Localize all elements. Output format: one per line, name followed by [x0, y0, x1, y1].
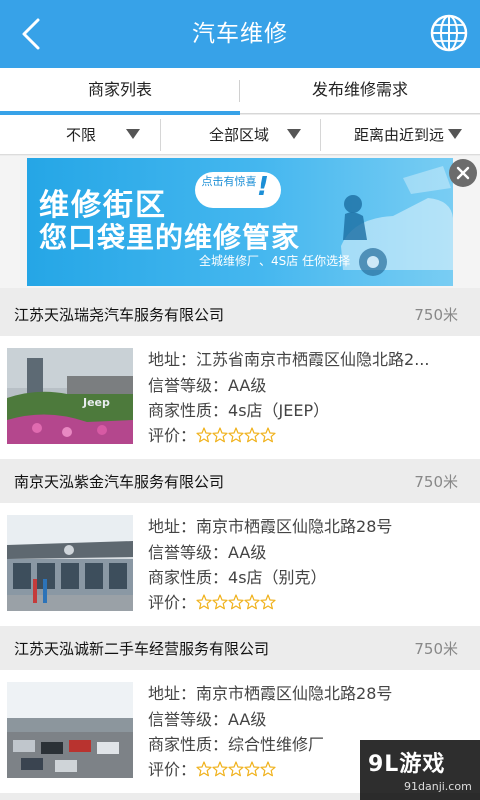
merchant-type: 商家性质：4s店（别克）	[148, 564, 327, 588]
merchant-body: 地址：南京市栖霞区仙隐北路28号 信誉等级：AA级 商家性质：4s店（别克） 评…	[0, 503, 480, 626]
merchant-credit: 信誉等级：AA级	[148, 372, 266, 396]
credit-value: AA级	[228, 376, 267, 395]
star-icon	[260, 760, 276, 777]
merchant-distance: 750米	[414, 473, 458, 491]
credit-label: 信誉等级：	[148, 543, 229, 562]
type-value: 4s店（JEEP）	[228, 401, 330, 420]
merchant-photo	[7, 682, 133, 778]
globe-icon[interactable]	[430, 14, 468, 52]
merchant-card[interactable]: 江苏天泓瑞尧汽车服务有限公司 750米 Jeep 地址：江苏省南京市栖霞区仙隐北…	[0, 294, 480, 459]
star-icon	[196, 426, 212, 443]
rating-stars	[196, 760, 276, 781]
star-icon	[244, 593, 260, 610]
jeep-sign: Jeep	[82, 396, 110, 409]
star-icon	[212, 593, 228, 610]
merchant-header: 南京天泓紫金汽车服务有限公司 750米	[0, 461, 480, 503]
address-label: 地址：	[148, 350, 197, 369]
watermark-logo: 9L游戏	[368, 752, 446, 777]
filter-sort-label: 距离由近到远	[354, 126, 445, 144]
filter-divider	[320, 119, 321, 151]
merchant-credit: 信誉等级：AA级	[148, 706, 266, 730]
banner-bubble-mark: !	[257, 172, 269, 202]
tab-bar: 商家列表 发布维修需求	[0, 68, 480, 115]
rating-label: 评价：	[148, 760, 197, 779]
banner-bubble-text: 点击有惊喜	[201, 175, 257, 188]
address-label: 地址：	[148, 684, 197, 703]
merchant-distance: 750米	[414, 306, 458, 324]
filter-bar: 不限 全部区域 距离由近到远	[0, 115, 480, 155]
address-value: 江苏省南京市栖霞区仙隐北路2...	[196, 350, 430, 369]
type-value: 4s店（别克）	[228, 568, 327, 587]
banner-bubble: 点击有惊喜 !	[195, 172, 281, 208]
merchant-distance: 750米	[414, 640, 458, 658]
merchant-rating: 评价：	[148, 756, 276, 781]
merchant-address: 地址：江苏省南京市栖霞区仙隐北路2...	[148, 346, 429, 370]
merchant-header: 江苏天泓诚新二手车经营服务有限公司 750米	[0, 628, 480, 670]
ad-banner[interactable]: 维修街区 您口袋里的维修管家 点击有惊喜 ! 全城维修厂、4S店 任你选择	[27, 158, 453, 286]
banner-slogan: 您口袋里的维修管家	[39, 221, 301, 254]
page-title: 汽车维修	[192, 21, 288, 47]
merchant-rating: 评价：	[148, 422, 276, 447]
address-label: 地址：	[148, 517, 197, 536]
title-bar: 汽车维修	[0, 0, 480, 68]
rating-stars	[196, 593, 276, 614]
star-icon	[244, 760, 260, 777]
car-mechanic-illustration	[333, 158, 453, 286]
merchant-header: 江苏天泓瑞尧汽车服务有限公司 750米	[0, 294, 480, 336]
star-icon	[260, 426, 276, 443]
merchant-rating: 评价：	[148, 589, 276, 614]
app-screen: 汽车维修 商家列表 发布维修需求 不限 全部区域 距离由近到远 维修街区 您口袋…	[0, 0, 480, 800]
merchant-body: Jeep 地址：江苏省南京市栖霞区仙隐北路2... 信誉等级：AA级 商家性质：…	[0, 336, 480, 459]
address-value: 南京市栖霞区仙隐北路28号	[196, 684, 393, 703]
filter-area-label: 全部区域	[209, 126, 270, 144]
tab-post-repair-request[interactable]: 发布维修需求	[240, 68, 480, 114]
filter-sort-dropdown[interactable]: 距离由近到远	[354, 115, 444, 155]
close-icon[interactable]	[449, 159, 477, 187]
star-icon	[260, 593, 276, 610]
rating-label: 评价：	[148, 426, 197, 445]
star-icon	[228, 760, 244, 777]
merchant-name: 江苏天泓诚新二手车经营服务有限公司	[14, 640, 270, 658]
merchant-photo	[7, 515, 133, 611]
merchant-address: 地址：南京市栖霞区仙隐北路28号	[148, 680, 392, 704]
star-icon	[212, 426, 228, 443]
star-icon	[196, 760, 212, 777]
star-icon	[228, 593, 244, 610]
type-value: 综合性维修厂	[228, 735, 325, 754]
type-label: 商家性质：	[148, 401, 229, 420]
watermark-url: 91danji.com	[404, 780, 472, 793]
merchant-address: 地址：南京市栖霞区仙隐北路28号	[148, 513, 392, 537]
tab-divider	[239, 80, 240, 102]
rating-label: 评价：	[148, 593, 197, 612]
credit-label: 信誉等级：	[148, 376, 229, 395]
type-label: 商家性质：	[148, 568, 229, 587]
merchant-card[interactable]: 南京天泓紫金汽车服务有限公司 750米 地址：南京市栖霞区仙隐北路28号 信誉等…	[0, 461, 480, 626]
merchant-name: 南京天泓紫金汽车服务有限公司	[14, 473, 225, 491]
star-icon	[196, 593, 212, 610]
merchant-type: 商家性质：综合性维修厂	[148, 731, 324, 755]
back-arrow-icon[interactable]	[8, 10, 56, 58]
credit-value: AA级	[228, 543, 267, 562]
credit-label: 信誉等级：	[148, 710, 229, 729]
filter-type-label: 不限	[66, 126, 97, 144]
credit-value: AA级	[228, 710, 267, 729]
site-watermark: 9L游戏 91danji.com	[360, 740, 480, 800]
filter-divider	[160, 119, 161, 151]
filter-area-dropdown[interactable]: 全部区域	[209, 115, 269, 155]
star-icon	[212, 760, 228, 777]
ad-banner-area: 维修街区 您口袋里的维修管家 点击有惊喜 ! 全城维修厂、4S店 任你选择	[0, 156, 480, 288]
type-label: 商家性质：	[148, 735, 229, 754]
merchant-credit: 信誉等级：AA级	[148, 539, 266, 563]
star-icon	[228, 426, 244, 443]
merchant-photo: Jeep	[7, 348, 133, 444]
filter-type-dropdown[interactable]: 不限	[66, 115, 96, 155]
rating-stars	[196, 426, 276, 447]
address-value: 南京市栖霞区仙隐北路28号	[196, 517, 393, 536]
banner-subtext: 全城维修厂、4S店 任你选择	[199, 254, 351, 268]
merchant-name: 江苏天泓瑞尧汽车服务有限公司	[14, 306, 225, 324]
merchant-type: 商家性质：4s店（JEEP）	[148, 397, 329, 421]
star-icon	[244, 426, 260, 443]
tab-merchant-list[interactable]: 商家列表	[0, 68, 240, 115]
